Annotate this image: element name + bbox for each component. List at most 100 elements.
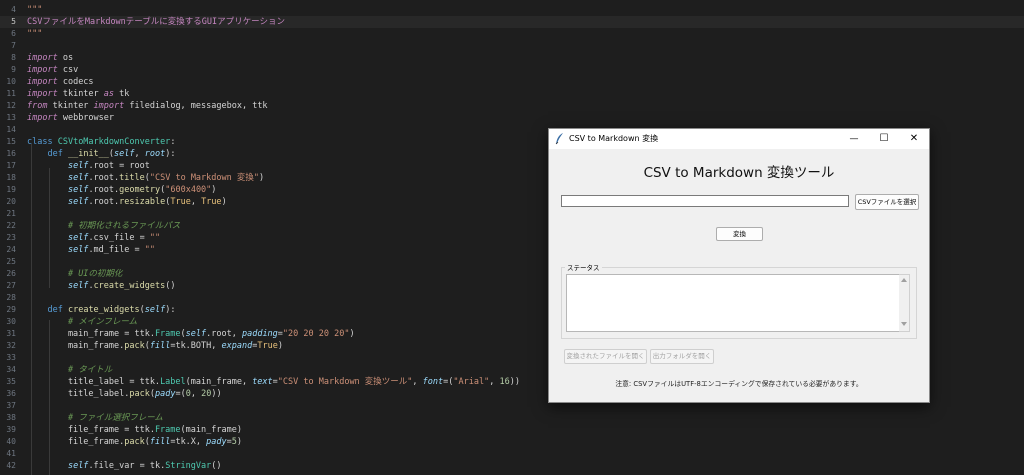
code-text: def __init__(self, root): — [47, 149, 176, 159]
code-text: import tkinter as tk — [27, 89, 130, 99]
code-line[interactable]: 11 import tkinter as tk — [0, 88, 1024, 100]
code-line[interactable]: 4 """ — [0, 4, 1024, 16]
code-text: main_frame.pack(fill=tk.BOTH, expand=Tru… — [27, 341, 283, 351]
line-number: 5 — [11, 17, 16, 26]
line-number: 36 — [6, 389, 16, 398]
open-converted-file-button[interactable]: 変換されたファイルを開く — [564, 349, 647, 364]
line-number: 8 — [11, 53, 16, 62]
line-number: 41 — [6, 449, 16, 458]
minimize-button[interactable]: — — [839, 129, 869, 149]
line-number: 26 — [6, 269, 16, 278]
code-text: file_frame.pack(fill=tk.X, pady=5) — [27, 437, 243, 447]
line-number: 20 — [6, 197, 16, 206]
feather-icon — [555, 133, 563, 145]
line-number: 28 — [6, 293, 16, 302]
line-number: 31 — [6, 329, 16, 338]
line-number: 6 — [11, 29, 16, 38]
code-text: class CSVtoMarkdownConverter: — [27, 137, 176, 147]
code-text: self.create_widgets() — [67, 281, 176, 291]
app-window: CSV to Markdown 変換 — ☐ ✕ CSV to Markdown… — [548, 128, 930, 403]
open-output-folder-button[interactable]: 出力フォルダを開く — [650, 349, 714, 364]
code-line[interactable]: 5 CSVファイルをMarkdownテーブルに変換するGUIアプリケーション — [0, 16, 1024, 28]
code-text: import os — [27, 53, 74, 63]
line-number: 33 — [6, 353, 16, 362]
line-number: 27 — [6, 281, 16, 290]
status-scrollbar[interactable] — [899, 274, 910, 332]
file-path-input[interactable] — [561, 195, 849, 207]
code-text: def create_widgets(self): — [47, 305, 176, 315]
code-text: self.root.title("CSV to Markdown 変換") — [67, 173, 265, 183]
line-number: 35 — [6, 377, 16, 386]
code-line[interactable]: 12 from tkinter import filedialog, messag… — [0, 100, 1024, 112]
code-line[interactable]: 39 file_frame = ttk.Frame(main_frame) — [0, 424, 1024, 436]
code-text: self.root.geometry("600x400") — [67, 185, 217, 195]
scroll-down-icon[interactable] — [901, 322, 907, 326]
line-number: 29 — [6, 305, 16, 314]
code-text: # 初期化されるファイルパス — [67, 221, 181, 231]
line-number: 15 — [6, 137, 16, 146]
code-text: main_frame = ttk.Frame(self.root, paddin… — [27, 329, 355, 339]
code-text: """ — [27, 29, 43, 39]
scroll-up-icon[interactable] — [901, 278, 907, 282]
line-number: 10 — [6, 77, 16, 86]
line-number: 25 — [6, 257, 16, 266]
line-number: 4 — [11, 5, 16, 14]
line-number: 7 — [11, 41, 16, 50]
line-number: 39 — [6, 425, 16, 434]
code-text: self.file_var = tk.StringVar() — [67, 461, 222, 471]
code-line[interactable]: 6 """ — [0, 28, 1024, 40]
select-csv-button[interactable]: CSVファイルを選択 — [855, 194, 919, 210]
encoding-note: 注意: CSVファイルはUTF-8エンコーディングで保存されている必要があります… — [615, 380, 863, 388]
code-text: import webbrowser — [27, 113, 115, 123]
line-number: 22 — [6, 221, 16, 230]
line-number: 9 — [11, 65, 16, 74]
code-line[interactable]: 13 import webbrowser — [0, 112, 1024, 124]
code-text: self.root.resizable(True, True) — [67, 197, 227, 207]
code-line[interactable]: 41 — [0, 448, 1024, 460]
line-number: 32 — [6, 341, 16, 350]
status-textarea[interactable] — [566, 274, 901, 332]
code-text: import csv — [27, 65, 79, 75]
line-number: 37 — [6, 401, 16, 410]
code-text: from tkinter import filedialog, messageb… — [27, 101, 268, 111]
line-number: 16 — [6, 149, 16, 158]
line-number: 42 — [6, 461, 16, 470]
convert-button[interactable]: 変換 — [716, 227, 763, 241]
line-number: 24 — [6, 245, 16, 254]
code-text: self.md_file = "" — [67, 245, 155, 255]
line-number: 23 — [6, 233, 16, 242]
code-text: # メインフレーム — [67, 317, 138, 327]
code-line[interactable]: 9 import csv — [0, 64, 1024, 76]
code-line[interactable]: 38 # ファイル選択フレーム — [0, 412, 1024, 424]
code-text: CSVファイルをMarkdownテーブルに変換するGUIアプリケーション — [27, 17, 285, 27]
code-text: title_label.pack(pady=(0, 20)) — [27, 389, 222, 399]
code-text: # タイトル — [67, 365, 113, 375]
line-number: 21 — [6, 209, 16, 218]
line-number: 40 — [6, 437, 16, 446]
line-number: 38 — [6, 413, 16, 422]
close-button[interactable]: ✕ — [899, 129, 929, 149]
maximize-button[interactable]: ☐ — [869, 129, 899, 149]
line-number: 12 — [6, 101, 16, 110]
code-line[interactable]: 10 import codecs — [0, 76, 1024, 88]
code-text: import codecs — [27, 77, 94, 87]
code-text: file_frame = ttk.Frame(main_frame) — [27, 425, 242, 435]
line-number: 14 — [6, 125, 16, 134]
code-line[interactable]: 7 — [0, 40, 1024, 52]
status-label: ステータス — [565, 262, 602, 272]
code-text: title_label = ttk.Label(main_frame, text… — [27, 377, 520, 387]
code-line[interactable]: 42 self.file_var = tk.StringVar() — [0, 460, 1024, 472]
window-title: CSV to Markdown 変換 — [569, 134, 659, 143]
code-text: self.csv_file = "" — [67, 233, 161, 243]
code-text: """ — [27, 5, 43, 15]
line-number: 30 — [6, 317, 16, 326]
line-number: 19 — [6, 185, 16, 194]
line-number: 11 — [6, 89, 16, 98]
line-number: 13 — [6, 113, 16, 122]
code-line[interactable]: 8 import os — [0, 52, 1024, 64]
window-titlebar[interactable]: CSV to Markdown 変換 — ☐ ✕ — [549, 129, 929, 149]
code-line[interactable]: 40 file_frame.pack(fill=tk.X, pady=5) — [0, 436, 1024, 448]
line-number: 17 — [6, 161, 16, 170]
code-text: # ファイル選択フレーム — [67, 413, 163, 423]
line-number: 34 — [6, 365, 16, 374]
